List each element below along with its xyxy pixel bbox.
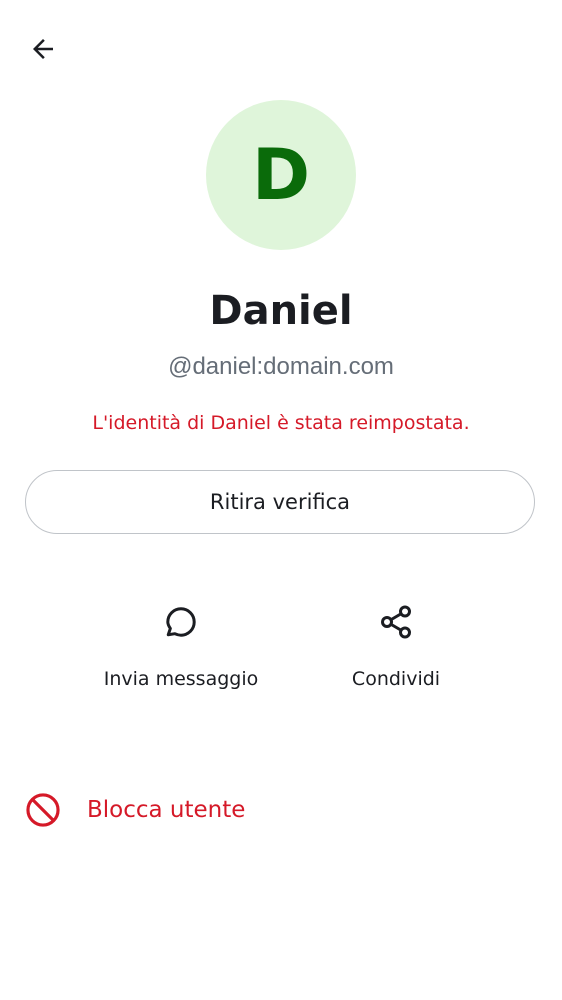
avatar: D [206, 100, 356, 250]
back-button[interactable] [22, 30, 64, 72]
share-action[interactable]: Condividi [306, 600, 486, 695]
withdraw-verification-label: Ritira verifica [209, 490, 351, 514]
identity-reset-warning: L'identità di Daniel è stata reimpostata… [92, 412, 470, 434]
send-message-action[interactable]: Invia messaggio [91, 600, 271, 695]
block-icon [22, 789, 64, 831]
block-user-button[interactable]: Blocca utente [22, 785, 245, 835]
user-id: @daniel:domain.com [168, 353, 394, 380]
chat-bubble-icon [159, 600, 203, 644]
withdraw-verification-button[interactable]: Ritira verifica [25, 470, 535, 534]
share-icon [374, 600, 418, 644]
user-profile-screen: D Daniel @daniel:domain.com L'identità d… [0, 0, 562, 1000]
arrow-left-icon [28, 34, 58, 69]
send-message-label: Invia messaggio [103, 668, 259, 690]
display-name: Daniel [209, 288, 353, 334]
share-label: Condividi [351, 668, 441, 690]
avatar-initial: D [251, 134, 311, 216]
block-user-label: Blocca utente [87, 797, 246, 823]
